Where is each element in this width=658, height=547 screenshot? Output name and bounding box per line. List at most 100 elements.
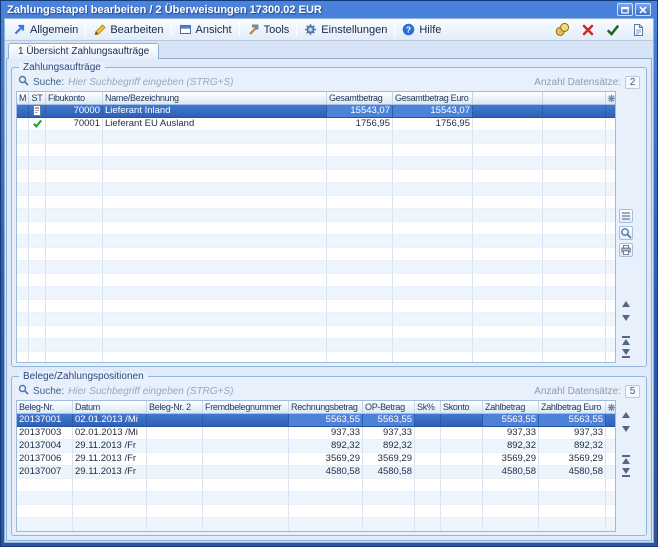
cell bbox=[415, 479, 441, 492]
protocol-button[interactable] bbox=[629, 21, 646, 38]
cell bbox=[473, 313, 543, 326]
cell bbox=[543, 105, 606, 118]
position-row[interactable]: 2013700429.11.2013 /Fr892,32892,32892,32… bbox=[17, 440, 615, 453]
cell bbox=[415, 492, 441, 505]
cell bbox=[29, 313, 46, 326]
cell bbox=[17, 196, 29, 209]
column-header-gesamtbetrag[interactable]: Gesamtbetrag bbox=[327, 92, 393, 105]
scroll-last-button[interactable] bbox=[619, 467, 632, 479]
position-row[interactable]: 2013700102.01.2013 /Mi5563,555563,555563… bbox=[17, 414, 615, 427]
cell bbox=[103, 326, 327, 339]
column-header-datum[interactable]: Datum bbox=[73, 401, 147, 414]
record-count-label: Anzahl Datensätze: bbox=[534, 386, 621, 397]
position-row[interactable]: 2013700629.11.2013 /Fr3569,293569,293569… bbox=[17, 453, 615, 466]
column-header-zahlbetrag[interactable]: Zahlbetrag bbox=[483, 401, 539, 414]
scroll-last-button[interactable] bbox=[619, 348, 632, 360]
orders-search-input[interactable] bbox=[68, 77, 530, 88]
hammer-icon bbox=[247, 23, 260, 36]
print-list-button[interactable] bbox=[619, 243, 633, 257]
column-header-empty[interactable] bbox=[473, 92, 543, 105]
payment-order-row[interactable]: 70000Lieferant Inland15543,0715543,07 bbox=[17, 105, 615, 118]
cell bbox=[203, 505, 289, 518]
pay-button[interactable] bbox=[554, 21, 571, 38]
column-header-m[interactable]: M bbox=[17, 92, 29, 105]
cell bbox=[73, 492, 147, 505]
column-header-rechnungsbetrag[interactable]: Rechnungsbetrag bbox=[289, 401, 363, 414]
close-button[interactable] bbox=[635, 3, 651, 16]
column-header-empty[interactable] bbox=[543, 92, 606, 105]
title-buttons bbox=[617, 3, 651, 16]
cell bbox=[46, 235, 103, 248]
cell: 02.01.2013 /Mi bbox=[73, 427, 147, 440]
column-header-name-bezeichnung[interactable]: Name/Bezeichnung bbox=[103, 92, 327, 105]
scroll-first-button[interactable] bbox=[619, 334, 632, 346]
cell: Lieferant EU Ausland bbox=[103, 118, 327, 131]
apply-button[interactable] bbox=[604, 21, 621, 38]
column-header-skonto[interactable]: Skonto bbox=[441, 401, 483, 414]
cell bbox=[203, 492, 289, 505]
cell: 02.01.2013 /Mi bbox=[73, 414, 147, 427]
cell bbox=[17, 313, 29, 326]
column-header-beleg-nr-[interactable]: Beleg-Nr. bbox=[17, 401, 73, 414]
cell bbox=[393, 222, 473, 235]
cell bbox=[363, 518, 415, 531]
scroll-up-button[interactable] bbox=[619, 298, 632, 310]
column-header-fremdbelegnummer[interactable]: Fremdbelegnummer bbox=[203, 401, 289, 414]
position-row[interactable]: 2013700729.11.2013 /Fr4580,584580,584580… bbox=[17, 466, 615, 479]
gear-icon bbox=[304, 23, 317, 36]
column-header-beleg-nr-2[interactable]: Beleg-Nr. 2 bbox=[147, 401, 203, 414]
cell bbox=[393, 144, 473, 157]
tab-uebersicht-zahlungsauftraege[interactable]: 1 Übersicht Zahlungsaufträge bbox=[8, 43, 159, 59]
position-row[interactable]: 2013700302.01.2013 /Mi937,33937,33937,33… bbox=[17, 427, 615, 440]
discard-button[interactable] bbox=[579, 21, 596, 38]
cell bbox=[393, 196, 473, 209]
scroll-up-button[interactable] bbox=[619, 409, 632, 421]
menu-hilfe[interactable]: ? Hilfe bbox=[397, 21, 446, 39]
column-header-sk%[interactable]: Sk% bbox=[415, 401, 441, 414]
cell bbox=[103, 339, 327, 352]
column-chooser-icon[interactable] bbox=[606, 92, 616, 105]
cell bbox=[46, 326, 103, 339]
cell bbox=[17, 144, 29, 157]
payment-order-row[interactable]: 70001Lieferant EU Ausland1756,951756,95 bbox=[17, 118, 615, 131]
cell: 3569,29 bbox=[483, 453, 539, 466]
cell bbox=[17, 222, 29, 235]
cell bbox=[17, 492, 73, 505]
positions-search-input[interactable] bbox=[68, 386, 530, 397]
column-header-st[interactable]: ST bbox=[29, 92, 46, 105]
column-header-fibukonto[interactable]: Fibukonto bbox=[46, 92, 103, 105]
column-header-op-betrag[interactable]: OP-Betrag bbox=[363, 401, 415, 414]
maximize-button[interactable] bbox=[617, 3, 633, 16]
cell bbox=[46, 131, 103, 144]
cell bbox=[441, 440, 483, 453]
empty-row bbox=[17, 326, 615, 339]
menu-bearbeiten[interactable]: Bearbeiten bbox=[88, 21, 168, 39]
column-chooser-icon[interactable] bbox=[606, 401, 616, 414]
column-header-gesamtbetrag-euro[interactable]: Gesamtbetrag Euro bbox=[393, 92, 473, 105]
empty-row bbox=[17, 248, 615, 261]
column-header-zahlbetrag-euro[interactable]: Zahlbetrag Euro bbox=[539, 401, 606, 414]
cell: 29.11.2013 /Fr bbox=[73, 453, 147, 466]
cell bbox=[29, 157, 46, 170]
cell bbox=[393, 131, 473, 144]
cell bbox=[29, 261, 46, 274]
menu-allgemein[interactable]: Allgemein bbox=[8, 21, 83, 39]
cell bbox=[441, 427, 483, 440]
scroll-first-button[interactable] bbox=[619, 453, 632, 465]
cell bbox=[327, 274, 393, 287]
cell: 3569,29 bbox=[539, 453, 606, 466]
empty-row bbox=[17, 183, 615, 196]
cell bbox=[473, 235, 543, 248]
cell bbox=[147, 414, 203, 427]
cell bbox=[415, 414, 441, 427]
zoom-button[interactable] bbox=[619, 226, 633, 240]
menu-einstellungen[interactable]: Einstellungen bbox=[299, 21, 392, 39]
cell bbox=[606, 313, 615, 326]
list-view-button[interactable] bbox=[619, 209, 633, 223]
cell bbox=[473, 118, 543, 131]
menu-tools[interactable]: Tools bbox=[242, 21, 295, 39]
scroll-down-button[interactable] bbox=[619, 423, 632, 435]
cell bbox=[606, 505, 615, 518]
scroll-down-button[interactable] bbox=[619, 312, 632, 324]
menu-ansicht[interactable]: Ansicht bbox=[174, 21, 237, 39]
